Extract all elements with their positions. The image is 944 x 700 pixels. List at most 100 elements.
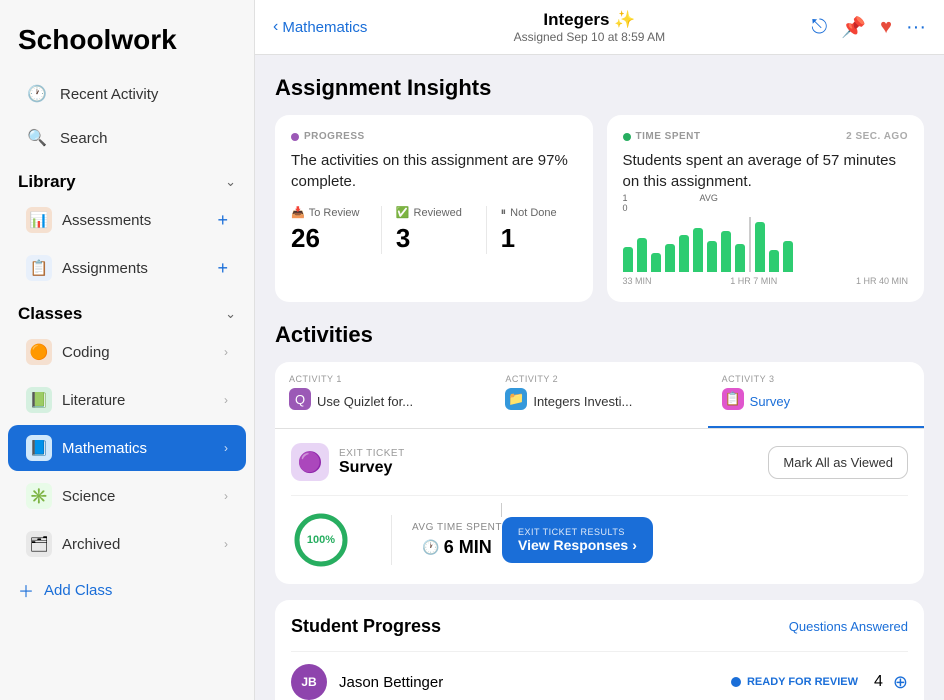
chart-label-1: 33 MIN (623, 276, 652, 286)
sidebar-item-science[interactable]: ✳️ Science › (8, 473, 246, 519)
chart-bar (721, 231, 731, 272)
content-area: Assignment Insights PROGRESS The activit… (255, 55, 944, 700)
mark-all-button[interactable]: Mark All as Viewed (768, 446, 908, 479)
add-class-action[interactable]: ＋ Add Class (0, 568, 254, 612)
chart-bar (693, 228, 703, 272)
library-group-header: Library ⌄ (0, 160, 254, 196)
tab-title: Survey (750, 394, 790, 409)
progress-title: Student Progress (291, 616, 441, 637)
progress-card: PROGRESS The activities on this assignme… (275, 115, 593, 302)
search-icon: 🔍 (26, 127, 48, 149)
sidebar-item-mathematics[interactable]: 📘 Mathematics › (8, 425, 246, 471)
science-icon: ✳️ (26, 483, 52, 509)
progress-circle: 100% (291, 510, 351, 570)
stat-reviewed: ✅ Reviewed 3 (396, 206, 487, 254)
metric-divider (391, 515, 392, 565)
header: ‹ Mathematics Integers ✨ Assigned Sep 10… (255, 0, 944, 55)
avg-time-value: 🕐 6 MIN (412, 537, 502, 558)
progress-dot (291, 133, 299, 141)
pin-icon[interactable]: 📌 (841, 15, 866, 40)
chevron-right-icon: › (224, 441, 228, 455)
chevron-right-icon: › (224, 345, 228, 359)
chart-bar (783, 241, 793, 272)
share-icon[interactable]: ⎋ (811, 16, 827, 39)
student-score: 4 (874, 673, 883, 691)
time-label: TIME SPENT 2 sec. ago (623, 131, 909, 142)
stat-value: 1 (501, 223, 577, 254)
sidebar-item-archived[interactable]: 🗂 Archived › (8, 521, 246, 567)
stat-label: ✅ Reviewed (396, 206, 472, 219)
library-label: Library (18, 172, 76, 192)
time-text: Students spent an average of 57 minutes … (623, 150, 909, 192)
stat-label: 📥 To Review (291, 206, 367, 219)
header-center: Integers ✨ Assigned Sep 10 at 8:59 AM (367, 10, 811, 44)
exit-ticket-label: EXIT TICKET (339, 448, 405, 459)
folder-icon: 📁 (505, 388, 527, 410)
activities-section-title: Activities (275, 322, 924, 348)
chevron-right-icon: › (224, 393, 228, 407)
exit-ticket-info: 🟣 EXIT TICKET Survey (291, 443, 405, 481)
stat-value: 26 (291, 223, 367, 254)
view-responses-label: EXIT TICKET RESULTS (518, 527, 637, 537)
page-title: Integers ✨ (367, 10, 811, 30)
chart-bar (735, 244, 745, 272)
sidebar-item-label: Assessments (62, 212, 217, 229)
back-arrow-icon: ‹ (273, 18, 278, 36)
app-title: Schoolwork (0, 16, 254, 72)
plus-icon[interactable]: + (217, 258, 228, 279)
activity-tab-2[interactable]: ACTIVITY 2 📁 Integers Investi... (491, 362, 707, 428)
chevron-right-icon: › (632, 537, 637, 553)
status-dot (731, 677, 741, 687)
sidebar-item-coding[interactable]: 🟠 Coding › (8, 329, 246, 375)
view-responses-button[interactable]: EXIT TICKET RESULTS View Responses › (502, 517, 653, 563)
more-icon[interactable]: ··· (906, 16, 926, 39)
metrics-row: 100% AVG TIME SPENT 🕐 6 MIN (291, 495, 908, 570)
connector-line (501, 503, 502, 517)
survey-icon: 📋 (722, 388, 744, 410)
questions-answered-link[interactable]: Questions Answered (789, 619, 908, 634)
tab-label: ACTIVITY 2 (505, 374, 693, 384)
activities-tabs: ACTIVITY 1 Q Use Quizlet for... ACTIVITY… (275, 362, 924, 429)
sidebar-item-literature[interactable]: 📗 Literature › (8, 377, 246, 423)
student-status: READY FOR REVIEW (731, 676, 858, 688)
chevron-down-icon: ⌄ (225, 174, 236, 190)
main-panel: ‹ Mathematics Integers ✨ Assigned Sep 10… (255, 0, 944, 700)
tab-title: Integers Investi... (533, 394, 632, 409)
activity-tab-1[interactable]: ACTIVITY 1 Q Use Quizlet for... (275, 362, 491, 428)
circle-label: 100% (307, 534, 335, 546)
chart-bar (651, 253, 661, 272)
chevron-down-icon: ⌄ (225, 306, 236, 322)
sidebar-item-recent-activity[interactable]: 🕐 Recent Activity (8, 73, 246, 115)
chart-bar (623, 247, 633, 272)
quizlet-icon: Q (289, 388, 311, 410)
add-class-label: Add Class (44, 582, 112, 599)
sidebar-item-label: Coding (62, 344, 224, 361)
chart-bar (707, 241, 717, 272)
more-options-icon[interactable]: ⊕ (893, 672, 908, 693)
stat-to-review: 📥 To Review 26 (291, 206, 382, 254)
student-progress-section: Student Progress Questions Answered JB J… (275, 600, 924, 700)
view-responses-container: EXIT TICKET RESULTS View Responses › (502, 517, 653, 563)
to-review-icon: 📥 (291, 206, 305, 219)
plus-icon[interactable]: + (217, 210, 228, 231)
stat-not-done: ⏸ Not Done 1 (501, 206, 577, 254)
activity-tab-3[interactable]: ACTIVITY 3 📋 Survey (708, 362, 924, 428)
chevron-right-icon: › (224, 537, 228, 551)
page-subtitle: Assigned Sep 10 at 8:59 AM (367, 30, 811, 44)
insights-row: PROGRESS The activities on this assignme… (275, 115, 924, 302)
chart-bar (637, 238, 647, 272)
tab-title: Use Quizlet for... (317, 394, 413, 409)
assignments-icon: 📋 (26, 255, 52, 281)
chart-labels: 33 MIN 1 HR 7 MIN 1 HR 40 MIN (623, 276, 909, 286)
sidebar-item-label: Mathematics (62, 440, 224, 457)
sidebar-item-assessments[interactable]: 📊 Assessments + (8, 197, 246, 243)
sidebar-item-search[interactable]: 🔍 Search (8, 117, 246, 159)
avg-time: AVG TIME SPENT 🕐 6 MIN (412, 522, 502, 558)
heart-icon[interactable]: ♥ (880, 16, 892, 39)
exit-ticket-header: 🟣 EXIT TICKET Survey Mark All as Viewed (291, 443, 908, 481)
sidebar-item-label: Archived (62, 536, 224, 553)
chart-bar (679, 235, 689, 273)
sidebar-item-assignments[interactable]: 📋 Assignments + (8, 245, 246, 291)
chart-bar (665, 244, 675, 272)
back-button[interactable]: ‹ Mathematics (273, 18, 367, 36)
